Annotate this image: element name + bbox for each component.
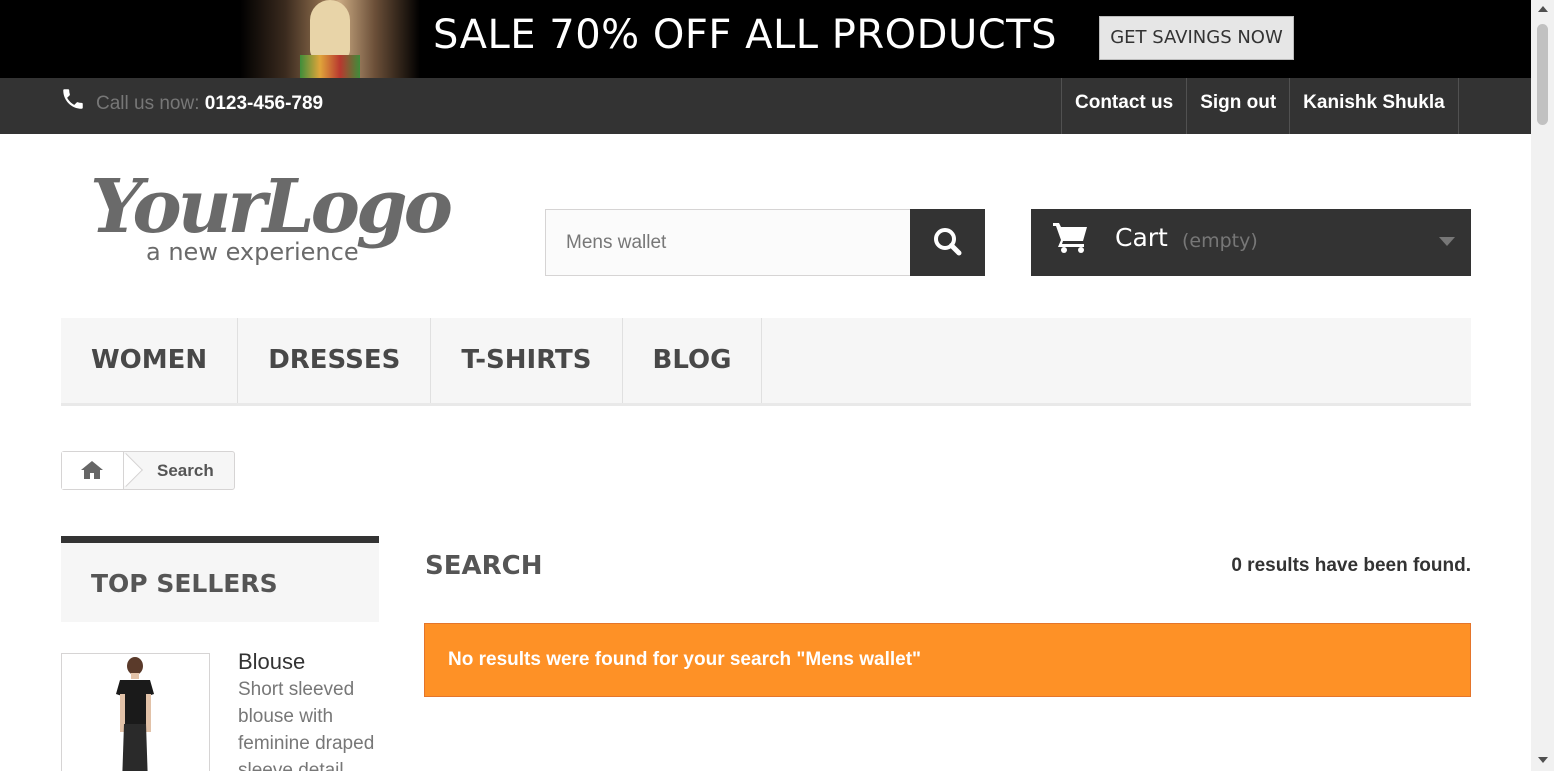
contact-us-link[interactable]: Contact us (1062, 78, 1188, 134)
vertical-scrollbar[interactable] (1531, 0, 1554, 771)
menu-item-blog[interactable]: BLOG (623, 318, 763, 403)
call-label: Call us now: (96, 93, 200, 114)
sign-out-link[interactable]: Sign out (1187, 78, 1291, 134)
product-name[interactable]: Blouse (238, 649, 305, 675)
menu-item-t-shirts[interactable]: T-SHIRTS (431, 318, 623, 403)
no-results-alert: No results were found for your search "M… (424, 623, 1471, 697)
banner-headline: SALE 70% OFF ALL PRODUCTS (433, 12, 1057, 58)
breadcrumb: Search (61, 451, 235, 490)
scroll-up-arrow-icon[interactable] (1538, 6, 1548, 12)
cart-dropdown[interactable]: Cart (empty) (1031, 209, 1471, 276)
breadcrumb-home[interactable] (62, 452, 124, 489)
get-savings-button[interactable]: GET SAVINGS NOW (1099, 16, 1294, 60)
search-button[interactable] (910, 209, 985, 276)
scroll-down-arrow-icon[interactable] (1538, 757, 1548, 763)
page-title: SEARCH (425, 551, 543, 581)
page: SALE 70% OFF ALL PRODUCTS GET SAVINGS NO… (0, 0, 1531, 771)
search-icon (934, 228, 962, 256)
cart-status: (empty) (1182, 230, 1258, 252)
phone-icon (63, 89, 83, 109)
site-logo[interactable]: YourLogo a new experience (90, 160, 460, 280)
product-thumbnail[interactable] (61, 653, 210, 771)
logo-tagline: a new experience (146, 238, 359, 266)
cart-icon (1053, 223, 1087, 253)
phone-number: 0123-456-789 (204, 93, 324, 114)
top-links: Contact us Sign out Kanishk Shukla (1061, 78, 1459, 134)
main-menu: WOMEN DRESSES T-SHIRTS BLOG (61, 318, 1471, 406)
home-icon (81, 461, 103, 479)
menu-item-dresses[interactable]: DRESSES (238, 318, 432, 403)
breadcrumb-current: Search (157, 461, 214, 480)
banner-model-image (240, 0, 420, 78)
top-sellers-title[interactable]: TOP SELLERS (61, 536, 379, 622)
account-link[interactable]: Kanishk Shukla (1290, 78, 1459, 134)
chevron-down-icon (1439, 237, 1455, 246)
search-input[interactable]: Mens wallet (545, 209, 911, 276)
results-count: 0 results have been found. (1231, 555, 1471, 576)
blouse-product-image (116, 657, 154, 771)
cart-label: Cart (1115, 223, 1168, 252)
call-us-text: Call us now: 0123-456-789 (96, 93, 323, 115)
menu-item-women[interactable]: WOMEN (61, 318, 239, 403)
product-description: Short sleeved blouse with feminine drape… (238, 679, 375, 771)
promo-banner[interactable]: SALE 70% OFF ALL PRODUCTS GET SAVINGS NO… (0, 0, 1531, 78)
scrollbar-thumb[interactable] (1537, 24, 1548, 125)
